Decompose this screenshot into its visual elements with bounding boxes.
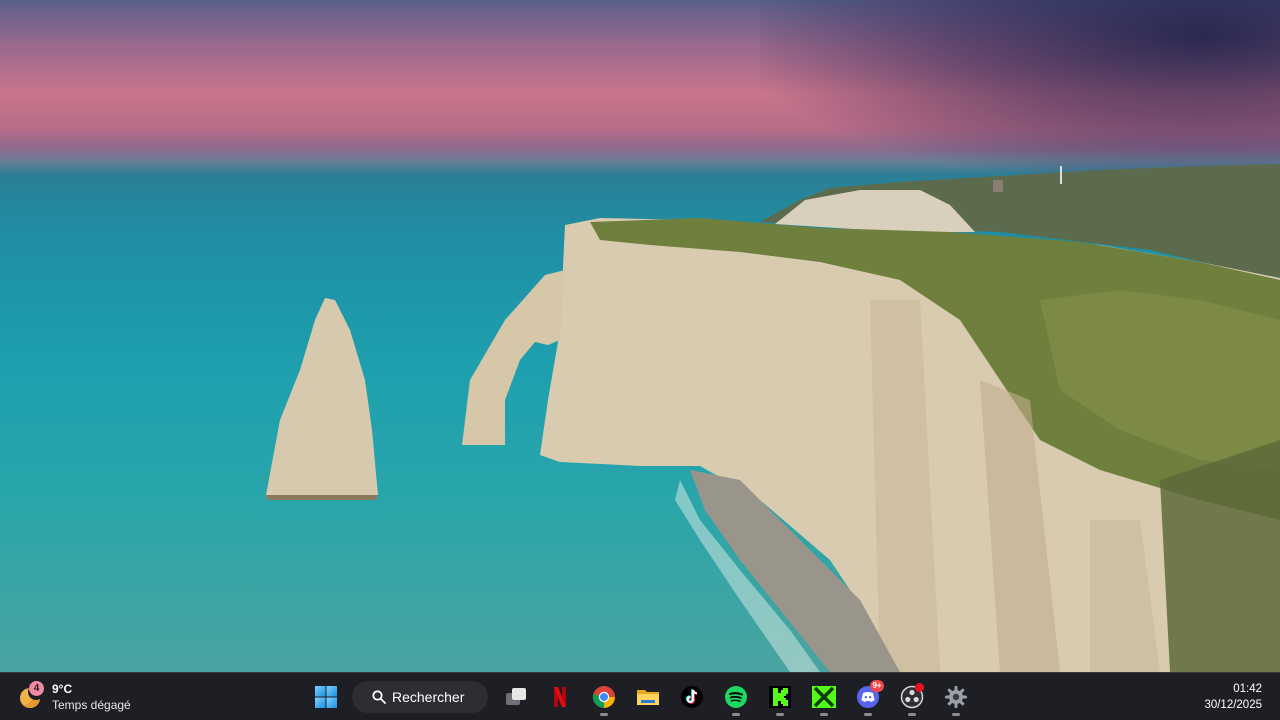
running-indicator	[820, 713, 828, 716]
wallpaper-landscape	[266, 164, 1280, 672]
running-indicator	[600, 713, 608, 716]
gear-icon	[945, 686, 967, 708]
tiktok-button[interactable]	[672, 677, 712, 717]
search-box[interactable]: Rechercher	[352, 681, 488, 713]
task-view-icon	[506, 688, 526, 705]
start-button[interactable]	[306, 677, 346, 717]
taskbar-center: Rechercher 9+	[304, 677, 978, 717]
clock-time: 01:42	[1233, 683, 1262, 695]
chrome-icon	[592, 686, 615, 708]
discord-badge: 9+	[870, 680, 884, 692]
kick-icon	[769, 686, 791, 708]
running-indicator	[908, 713, 916, 716]
netflix-icon	[554, 687, 566, 707]
x-app-icon	[812, 686, 836, 708]
desktop-wallpaper	[0, 0, 1280, 672]
windows-logo-icon	[315, 686, 337, 708]
running-indicator	[864, 713, 872, 716]
clock-date: 30/12/2025	[1204, 699, 1262, 711]
widget-badge: 4	[29, 681, 44, 696]
kick-button[interactable]	[760, 677, 800, 717]
running-indicator	[952, 713, 960, 716]
taskbar: 4 9°C Temps dégagé Rechercher 9+ 01:42 3…	[0, 672, 1280, 720]
search-label: Rechercher	[392, 689, 465, 705]
running-indicator	[732, 713, 740, 716]
discord-button[interactable]: 9+	[848, 677, 888, 717]
weather-condition: Temps dégagé	[52, 697, 131, 712]
notification-dot	[915, 683, 924, 692]
weather-widget[interactable]: 4 9°C Temps dégagé	[18, 679, 168, 715]
tiktok-icon	[681, 686, 703, 708]
chrome-button[interactable]	[584, 677, 624, 717]
spotify-button[interactable]	[716, 677, 756, 717]
obs-button[interactable]	[892, 677, 932, 717]
moon-icon: 4	[18, 681, 44, 710]
folder-icon	[637, 690, 659, 705]
file-explorer-button[interactable]	[628, 677, 668, 717]
x-app-button[interactable]	[804, 677, 844, 717]
search-icon	[372, 690, 386, 704]
weather-temperature: 9°C	[52, 681, 73, 696]
netflix-button[interactable]	[540, 677, 580, 717]
spotify-icon	[725, 686, 747, 708]
task-view-button[interactable]	[496, 677, 536, 717]
system-clock[interactable]: 01:42 30/12/2025	[1204, 681, 1262, 713]
running-indicator	[776, 713, 784, 716]
settings-button[interactable]	[936, 677, 976, 717]
